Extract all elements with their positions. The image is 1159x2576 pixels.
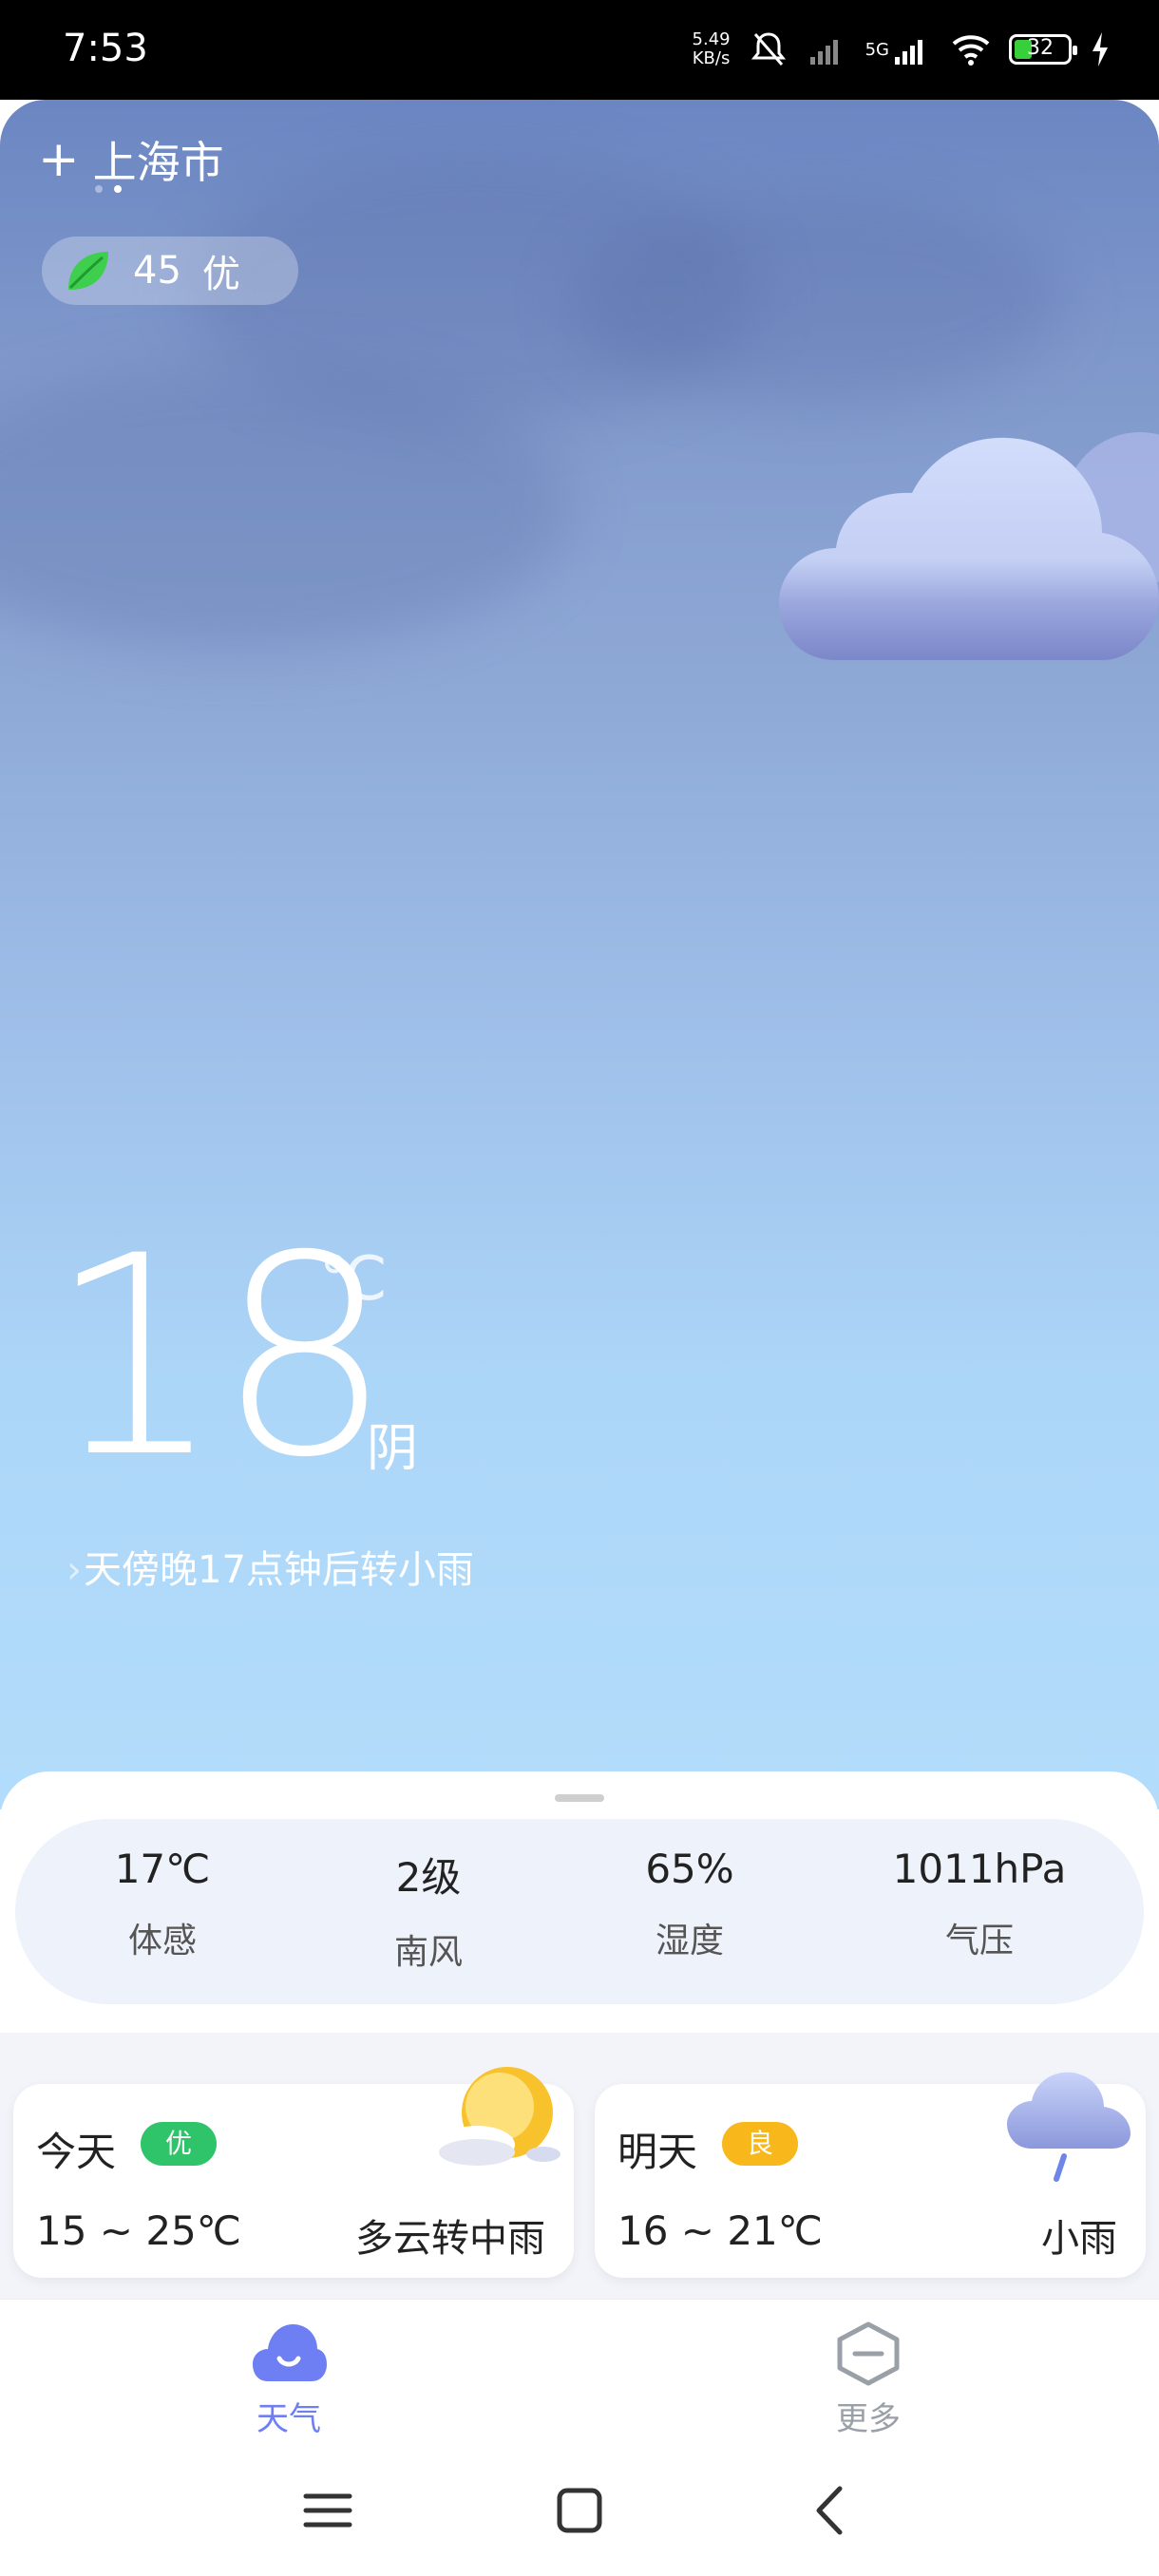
wifi-icon xyxy=(952,35,990,66)
charging-icon xyxy=(1092,32,1108,66)
menu-icon[interactable] xyxy=(294,2477,361,2544)
cloud-illustration xyxy=(779,432,1159,660)
detail-pressure: 1011hPa 气压 xyxy=(861,1846,1098,1962)
leaf-icon xyxy=(68,252,108,290)
detail-label: 体感 xyxy=(127,1922,197,1960)
temperature-range: 16 ~ 21℃ xyxy=(618,2207,823,2254)
forecast-note[interactable]: ›天傍晚17点钟后转小雨 xyxy=(66,1539,474,1594)
city-selector[interactable]: + 上海市 xyxy=(38,128,224,191)
battery-tip xyxy=(1073,46,1077,55)
mute-bell-icon xyxy=(750,32,786,66)
status-icons: 5.49 KB/s 5G 32 xyxy=(693,28,1112,70)
detail-value: 17℃ xyxy=(114,1846,211,1892)
system-navigation xyxy=(0,2441,1159,2576)
aqi-value: 45 xyxy=(133,249,181,293)
battery-level: 32 xyxy=(1027,36,1054,60)
network-speed-unit: KB/s xyxy=(692,48,731,68)
page-indicator xyxy=(95,185,122,193)
more-tab-icon xyxy=(837,2321,900,2386)
status-bar: 7:53 5.49 KB/s 5G 32 xyxy=(0,0,1159,100)
weather-details: 17℃ 体感 2级 南风 65% 湿度 1011hPa 气压 xyxy=(15,1819,1144,2004)
network-type: 5G xyxy=(864,39,889,60)
detail-value: 2级 xyxy=(395,1854,462,1901)
aqi-badge: 优 xyxy=(141,2122,217,2166)
battery-icon: 32 xyxy=(1009,34,1077,65)
signal-weak-icon xyxy=(809,40,838,65)
day-condition: 小雨 xyxy=(1041,2217,1117,2261)
page-dot-active xyxy=(114,185,122,193)
weather-background: + 上海市 45 优 18 ℃ 阴 ›天傍晚17点钟后转小雨 xyxy=(0,100,1159,1809)
day-name: 明天 xyxy=(618,2129,698,2175)
air-quality-chip[interactable]: 45 优 xyxy=(42,237,298,305)
nav-weather-label: 天气 xyxy=(256,2400,321,2438)
light-rain-icon xyxy=(1007,2072,1130,2182)
detail-label: 湿度 xyxy=(655,1922,724,1960)
city-name: 上海市 xyxy=(92,137,224,188)
add-city-icon[interactable]: + xyxy=(38,135,80,184)
detail-value: 65% xyxy=(645,1846,734,1892)
aqi-badge: 良 xyxy=(722,2122,798,2166)
temperature-unit: ℃ xyxy=(319,1244,388,1315)
day-name: 今天 xyxy=(36,2129,117,2175)
forecast-note-text: 天傍晚17点钟后转小雨 xyxy=(84,1548,474,1592)
back-icon[interactable] xyxy=(798,2477,864,2544)
background-cloud xyxy=(570,195,1064,404)
home-icon[interactable] xyxy=(546,2477,613,2544)
detail-wind: 2级 南风 xyxy=(329,1846,528,1974)
day-condition: 多云转中雨 xyxy=(355,2217,545,2261)
partly-cloudy-sun-icon xyxy=(439,2067,560,2166)
network-speed: 5.49 KB/s xyxy=(693,30,731,68)
status-time: 7:53 xyxy=(63,27,148,70)
detail-humidity: 65% 湿度 xyxy=(590,1846,789,1962)
signal-icon xyxy=(895,40,922,65)
tomorrow-card[interactable]: 明天 良 16 ~ 21℃ 小雨 xyxy=(595,2072,1146,2278)
nav-weather[interactable]: 天气 xyxy=(213,2320,365,2439)
current-condition: 阴 xyxy=(367,1418,418,1478)
detail-label: 气压 xyxy=(944,1922,1014,1960)
nav-more[interactable]: 更多 xyxy=(792,2320,944,2439)
chevron-right-icon: › xyxy=(66,1548,82,1592)
aqi-level: 优 xyxy=(201,253,240,296)
drag-handle[interactable] xyxy=(555,1794,604,1802)
temperature-range: 15 ~ 25℃ xyxy=(36,2207,241,2254)
details-sheet: 17℃ 体感 2级 南风 65% 湿度 1011hPa 气压 xyxy=(0,1771,1159,2033)
detail-feels-like: 17℃ 体感 xyxy=(63,1846,262,1962)
network-speed-value: 5.49 xyxy=(692,29,731,49)
bottom-navigation: 天气 更多 xyxy=(0,2299,1159,2442)
today-card[interactable]: 今天 优 15 ~ 25℃ 多云转中雨 xyxy=(13,2067,574,2278)
weather-tab-icon xyxy=(253,2324,327,2381)
detail-value: 1011hPa xyxy=(892,1846,1067,1892)
daily-forecast: 今天 优 15 ~ 25℃ 多云转中雨 明天 良 16 ~ 21℃ 小雨 xyxy=(0,2033,1159,2299)
nav-more-label: 更多 xyxy=(836,2400,901,2438)
page-dot xyxy=(95,185,103,193)
detail-label: 南风 xyxy=(393,1933,463,1972)
